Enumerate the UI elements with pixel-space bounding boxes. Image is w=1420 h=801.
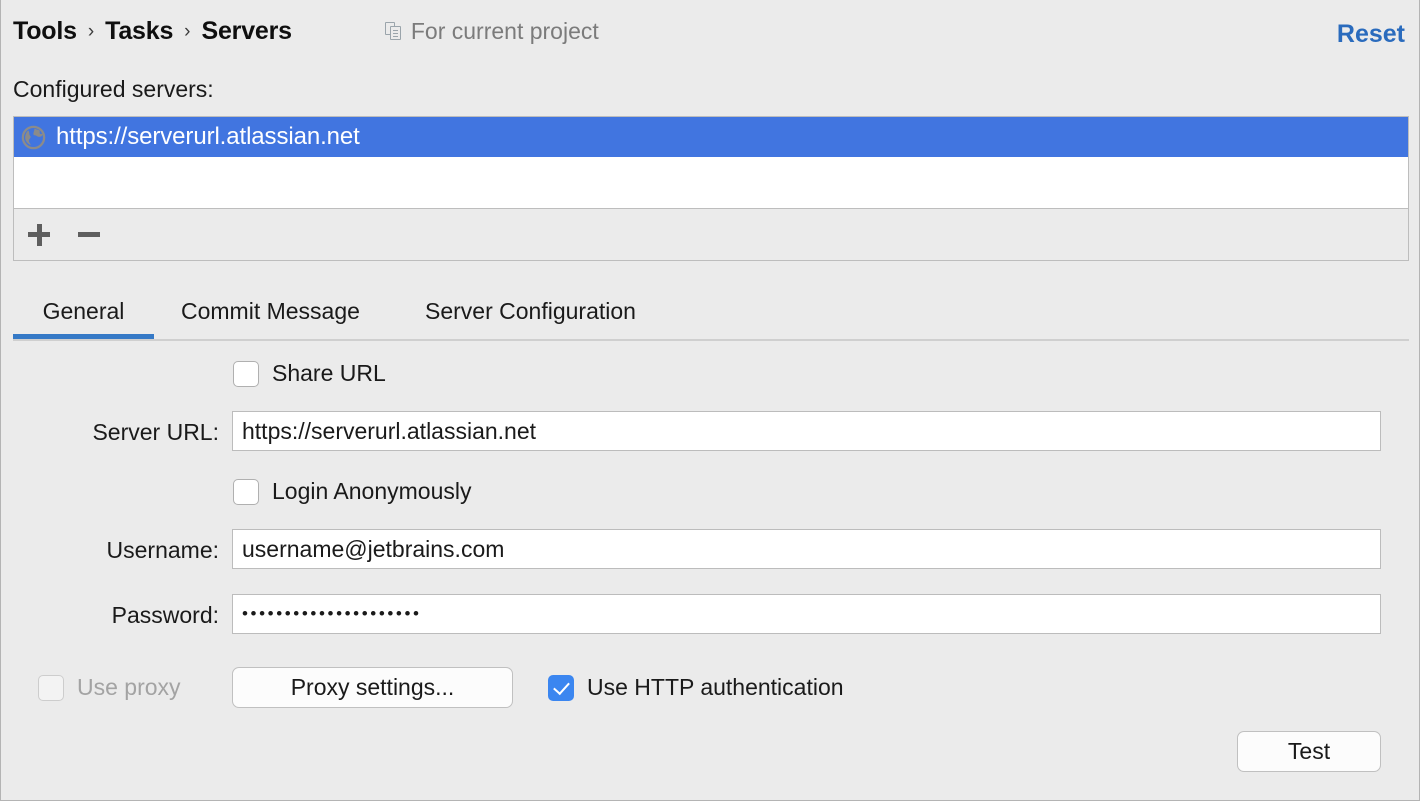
password-label: Password: [111,602,219,628]
breadcrumb-item-tasks[interactable]: Tasks [105,17,173,46]
username-label: Username: [106,537,219,563]
username-input[interactable] [232,529,1381,569]
remove-server-button[interactable] [64,210,114,260]
tab-server-configuration-label: Server Configuration [425,297,636,324]
tab-bar-underline [13,339,1409,341]
share-url-checkbox[interactable] [233,360,259,387]
project-scope-indicator: For current project [384,17,599,45]
plus-icon [28,223,50,246]
use-http-authentication-checkbox[interactable] [548,674,574,701]
tab-server-configuration[interactable]: Server Configuration [425,283,636,339]
login-anonymously-label: Login Anonymously [272,478,472,504]
breadcrumb-separator: › [87,21,95,42]
tab-commit-message[interactable]: Commit Message [181,283,360,339]
settings-header: Tools › Tasks › Servers For current proj… [1,0,1420,62]
proxy-settings-button[interactable]: Proxy settings... [232,667,513,708]
breadcrumb: Tools › Tasks › Servers [13,17,292,46]
tab-general[interactable]: General [13,283,154,339]
minus-icon [78,232,100,237]
globe-icon [21,125,46,149]
tab-general-label: General [42,297,125,324]
breadcrumb-item-tools[interactable]: Tools [13,17,77,46]
configured-servers-list[interactable]: https://serverurl.atlassian.net [14,117,1408,209]
configured-servers-list-container: https://serverurl.atlassian.net [13,116,1409,261]
breadcrumb-separator: › [184,21,191,42]
tasks-servers-settings-panel: Tools › Tasks › Servers For current proj… [0,0,1420,801]
list-item[interactable]: https://serverurl.atlassian.net [14,117,1408,157]
server-url-input[interactable] [232,411,1381,451]
use-proxy-checkbox-row[interactable]: Use proxy [38,674,181,701]
breadcrumb-item-servers: Servers [201,16,293,45]
test-button[interactable]: Test [1237,731,1381,772]
reset-link[interactable]: Reset [1337,20,1405,49]
list-item-label: https://serverurl.atlassian.net [56,123,360,150]
project-scope-label: For current project [410,17,599,44]
use-proxy-checkbox[interactable] [38,674,64,701]
tab-bar: General Commit Message Server Configurat… [1,283,1420,341]
tab-active-indicator [13,334,154,339]
copy-icon [384,22,402,40]
share-url-checkbox-row[interactable]: Share URL [233,360,386,387]
use-http-authentication-checkbox-row[interactable]: Use HTTP authentication [548,674,844,701]
use-proxy-label: Use proxy [77,674,181,700]
login-anonymously-checkbox[interactable] [233,478,259,505]
list-toolbar [14,208,1408,260]
add-server-button[interactable] [14,210,64,260]
share-url-label: Share URL [272,360,386,386]
use-http-authentication-label: Use HTTP authentication [587,674,844,700]
login-anonymously-checkbox-row[interactable]: Login Anonymously [233,478,471,505]
server-url-label: Server URL: [92,419,219,445]
tab-commit-message-label: Commit Message [181,297,360,324]
configured-servers-label: Configured servers: [13,76,214,102]
password-input[interactable] [232,594,1381,634]
